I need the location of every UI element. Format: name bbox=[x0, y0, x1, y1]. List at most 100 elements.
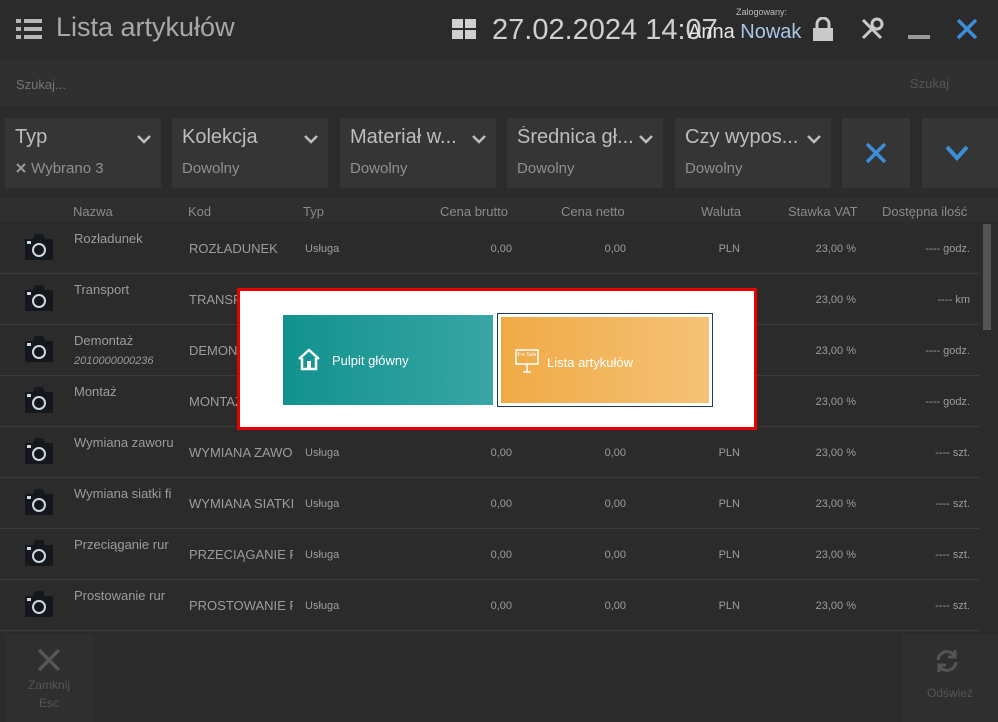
column-header[interactable]: Kod bbox=[188, 204, 211, 219]
column-header[interactable]: Nazwa bbox=[73, 204, 113, 219]
clear-filters-button[interactable] bbox=[842, 118, 910, 188]
column-header[interactable]: Typ bbox=[303, 204, 324, 219]
tiles-icon[interactable] bbox=[452, 19, 476, 39]
chevron-down-icon bbox=[945, 145, 969, 161]
filter-typ[interactable]: Typ Wybrano 3 bbox=[5, 118, 161, 188]
cell-available: ---- szt. bbox=[935, 549, 970, 561]
expand-filters-button[interactable] bbox=[922, 118, 998, 188]
camera-icon bbox=[24, 539, 54, 567]
filter-label: Średnica gł... bbox=[517, 126, 634, 148]
cell-vat: 23,00 % bbox=[815, 396, 856, 408]
cell-price-net: 0,00 bbox=[604, 447, 626, 459]
cell-name: Przeciąganie rur bbox=[74, 537, 169, 552]
cell-name: Wymiana siatki fi bbox=[74, 486, 172, 501]
column-header[interactable]: Waluta bbox=[701, 204, 741, 219]
camera-icon bbox=[24, 590, 54, 618]
cell-available: ---- godz. bbox=[925, 243, 970, 255]
camera-icon bbox=[24, 437, 54, 465]
cell-type: Usługa bbox=[305, 243, 340, 255]
close-icon bbox=[865, 142, 887, 164]
cell-vat: 23,00 % bbox=[815, 549, 856, 561]
tile-lista-artykulow[interactable]: For Sale Lista artykułów bbox=[497, 313, 713, 407]
datetime-display: 27.02.2024 14:07 bbox=[492, 14, 718, 46]
cell-code: PROSTOWANIE RUR bbox=[189, 598, 293, 613]
search-input[interactable] bbox=[14, 68, 888, 100]
camera-icon bbox=[24, 284, 54, 312]
filter-czy-wyposazenie[interactable]: Czy wypos... Dowolny bbox=[675, 118, 831, 188]
filter-value: Dowolny bbox=[182, 160, 240, 177]
cell-type: Usługa bbox=[305, 600, 340, 612]
refresh-button[interactable]: Odśwież bbox=[902, 634, 998, 722]
for-sale-text: For Sale bbox=[518, 352, 537, 358]
cell-vat: 23,00 % bbox=[815, 345, 856, 357]
filter-value-text: Wybrano 3 bbox=[31, 160, 104, 177]
cell-price-gross: 0,00 bbox=[490, 243, 512, 255]
filter-value: Dowolny bbox=[517, 160, 575, 177]
tools-icon[interactable] bbox=[860, 17, 884, 41]
app-header: Lista artykułów 27.02.2024 14:07 Zalogow… bbox=[0, 0, 998, 60]
table-row[interactable]: Rozładunek ROZŁADUNEK Usługa 0,00 0,00 PLN 23,… bbox=[0, 223, 980, 274]
user-last-name: Nowak bbox=[740, 21, 802, 43]
cell-price-net: 0,00 bbox=[604, 243, 626, 255]
cell-price-gross: 0,00 bbox=[490, 600, 512, 612]
cell-type: Usługa bbox=[305, 498, 340, 510]
logged-in-label: Zalogowany: bbox=[736, 7, 788, 17]
cell-code: ROZŁADUNEK bbox=[189, 241, 278, 256]
cell-name: Prostowanie rur bbox=[74, 588, 166, 603]
tile-pulpit-glowny[interactable]: Pulpit główny bbox=[283, 315, 493, 405]
column-header[interactable]: Dostępna ilość bbox=[882, 204, 967, 219]
cell-price-net: 0,00 bbox=[604, 549, 626, 561]
table-header: Nazwa Kod Typ Cena brutto Cena netto Wal… bbox=[0, 198, 998, 222]
filter-kolekcja[interactable]: Kolekcja Dowolny bbox=[172, 118, 328, 188]
user-first-name: Anna bbox=[688, 21, 735, 43]
cell-code: PRZECIĄGANIE RUR bbox=[189, 547, 293, 562]
for-sale-sign-icon: For Sale bbox=[515, 349, 539, 373]
cell-currency: PLN bbox=[718, 243, 740, 255]
cell-vat: 23,00 % bbox=[815, 447, 856, 459]
menu-list-icon[interactable] bbox=[16, 18, 42, 40]
column-header[interactable]: Stawka VAT bbox=[788, 204, 858, 219]
column-header[interactable]: Cena netto bbox=[561, 204, 625, 219]
close-icon[interactable] bbox=[956, 18, 978, 40]
cell-type: Usługa bbox=[305, 549, 340, 561]
table-row[interactable]: Wymiana zaworu WYMIANA ZAWORU Usługa 0,00 0,… bbox=[0, 427, 980, 478]
close-icon bbox=[37, 648, 61, 672]
cell-available: ---- godz. bbox=[925, 396, 970, 408]
search-button[interactable]: Szukaj bbox=[910, 76, 949, 91]
filter-label: Materiał w... bbox=[350, 126, 457, 148]
filter-label: Czy wypos... bbox=[685, 126, 799, 148]
lock-icon[interactable] bbox=[812, 17, 834, 41]
cell-name: Transport bbox=[74, 282, 130, 297]
minimize-icon[interactable] bbox=[908, 35, 930, 39]
refresh-icon bbox=[936, 650, 958, 672]
camera-icon bbox=[24, 233, 54, 261]
cell-currency: PLN bbox=[718, 600, 740, 612]
chevron-down-icon bbox=[304, 135, 318, 144]
cell-currency: PLN bbox=[718, 498, 740, 510]
cell-available: ---- szt. bbox=[935, 600, 970, 612]
table-row[interactable]: Przeciąganie rur PRZECIĄGANIE RUR Usługa 0,… bbox=[0, 529, 980, 580]
cell-vat: 23,00 % bbox=[815, 498, 856, 510]
cell-vat: 23,00 % bbox=[815, 600, 856, 612]
user-name: Anna Nowak bbox=[688, 21, 801, 44]
cell-vat: 23,00 % bbox=[815, 294, 856, 306]
filter-material[interactable]: Materiał w... Dowolny bbox=[340, 118, 496, 188]
scrollbar[interactable] bbox=[983, 224, 991, 330]
cell-available: ---- szt. bbox=[935, 498, 970, 510]
search-bar: Szukaj bbox=[0, 60, 998, 106]
navigation-popup: Pulpit główny For Sale Lista artykułów bbox=[237, 288, 757, 430]
close-button[interactable]: Zamknij Esc bbox=[5, 634, 93, 722]
cell-code: WYMIANA ZAWORU bbox=[189, 445, 293, 460]
chevron-down-icon bbox=[639, 135, 653, 144]
table-row[interactable]: Wymiana siatki fi WYMIANA SIATKI Usługa 0,0… bbox=[0, 478, 980, 529]
chevron-down-icon bbox=[472, 135, 486, 144]
cell-price-gross: 0,00 bbox=[490, 549, 512, 561]
column-header[interactable]: Cena brutto bbox=[440, 204, 508, 219]
filter-srednica[interactable]: Średnica gł... Dowolny bbox=[507, 118, 663, 188]
clear-x-icon[interactable] bbox=[15, 162, 27, 174]
cell-name: Montaż bbox=[74, 384, 117, 399]
table-row[interactable]: Prostowanie rur PROSTOWANIE RUR Usługa 0,00… bbox=[0, 580, 980, 631]
cell-available: ---- km bbox=[937, 294, 970, 306]
page-title: Lista artykułów bbox=[56, 12, 235, 42]
cell-available: ---- godz. bbox=[925, 345, 970, 357]
